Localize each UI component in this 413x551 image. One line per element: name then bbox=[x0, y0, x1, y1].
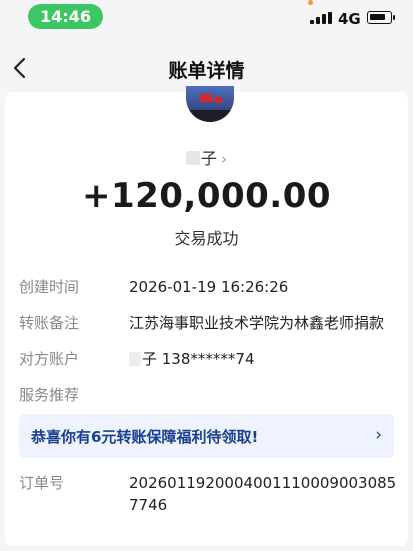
detail-label: 服务推荐 bbox=[19, 386, 80, 404]
transaction-amount: +120,000.00 bbox=[81, 176, 332, 216]
redacted-block bbox=[185, 151, 200, 165]
signal-icon bbox=[310, 12, 332, 24]
network-label: 4G bbox=[338, 10, 361, 28]
transaction-status: 交易成功 bbox=[174, 229, 239, 248]
detail-label: 订单号 bbox=[19, 474, 65, 492]
chevron-right-icon: › bbox=[375, 425, 382, 445]
page-title: 账单详情 bbox=[168, 60, 245, 82]
status-time: 14:46 bbox=[28, 4, 103, 29]
detail-label: 对方账户 bbox=[19, 350, 80, 368]
detail-label: 创建时间 bbox=[19, 278, 80, 296]
nav-bar: 账单详情 bbox=[0, 46, 413, 90]
detail-value: 子 138******74 bbox=[129, 348, 404, 370]
avatar[interactable] bbox=[186, 86, 234, 122]
redacted-block bbox=[129, 352, 141, 366]
chevron-right-icon: › bbox=[221, 150, 227, 168]
detail-label: 转账备注 bbox=[19, 314, 80, 332]
detail-value: 江苏海事职业技术学院为林鑫老师捐款 bbox=[129, 314, 385, 332]
counterparty-name-row[interactable]: 子 › bbox=[5, 145, 408, 169]
promo-banner[interactable]: 恭喜你有6元转账保障福利待领取! › bbox=[19, 414, 394, 458]
counterparty-name: 子 bbox=[200, 149, 217, 168]
account-text: 子 138******74 bbox=[142, 350, 255, 368]
battery-icon bbox=[367, 11, 395, 24]
detail-value: 2026-01-19 16:26:26 bbox=[129, 278, 289, 296]
privacy-indicator bbox=[308, 0, 313, 5]
bill-detail-card: 子 › +120,000.00 交易成功 创建时间 2026-01-19 16:2… bbox=[5, 86, 408, 546]
order-number: 20260119200040011100090030857746 bbox=[129, 474, 397, 514]
status-bar: 14:46 4G bbox=[0, 0, 413, 34]
promo-text: 恭喜你有6元转账保障福利待领取! bbox=[31, 428, 259, 446]
